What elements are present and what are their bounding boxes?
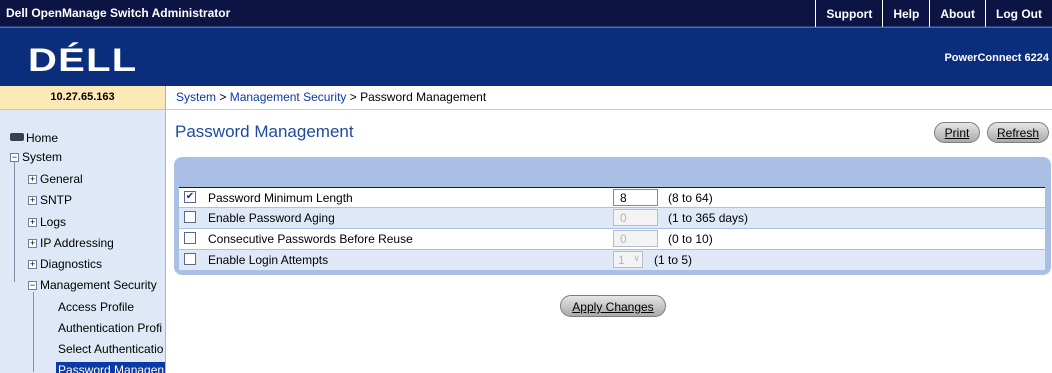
form-row: Consecutive Passwords Before Reuse 0 (0 …	[179, 229, 1045, 249]
breadcrumb-management-security[interactable]: Management Security	[230, 90, 347, 104]
nav-label: Management Security	[40, 278, 157, 292]
password-minimum-length-input[interactable]: 8	[613, 189, 658, 206]
nav-label: Password Managen	[58, 363, 165, 373]
page-title: Password Management	[175, 122, 354, 141]
tree-connector	[14, 162, 15, 282]
nav-sntp[interactable]: + SNTP	[28, 193, 72, 207]
banner: DÉLL PowerConnect 6224	[0, 27, 1052, 86]
nav-label: General	[40, 172, 83, 186]
nav-label: SNTP	[40, 193, 73, 207]
breadcrumb-separator: >	[216, 90, 230, 104]
dell-logo: DÉLL	[28, 42, 138, 78]
nav-label: System	[22, 150, 63, 164]
nav-label: Home	[26, 131, 59, 145]
nav-label: Logs	[40, 215, 67, 229]
minus-icon[interactable]: −	[10, 153, 19, 162]
nav-password-management[interactable]: Password Managen	[56, 362, 165, 373]
breadcrumb: System > Management Security > Password …	[166, 86, 1052, 110]
plus-icon[interactable]: +	[28, 218, 37, 227]
print-button[interactable]: Print	[934, 122, 980, 143]
title-bar: Dell OpenManage Switch Administrator Sup…	[0, 0, 1052, 27]
plus-icon[interactable]: +	[28, 260, 37, 269]
home-icon	[10, 133, 24, 141]
nav-access-profile[interactable]: Access Profile	[58, 300, 134, 314]
device-ip: 10.27.65.163	[0, 86, 166, 110]
consecutive-passwords-label: Consecutive Passwords Before Reuse	[208, 232, 413, 246]
enable-password-aging-checkbox[interactable]	[184, 211, 196, 223]
product-name: PowerConnect 6224	[944, 52, 1049, 64]
password-minimum-length-label: Password Minimum Length	[208, 191, 353, 205]
nav-home[interactable]: Home	[10, 131, 58, 145]
logout-link[interactable]: Log Out	[985, 0, 1052, 27]
help-link[interactable]: Help	[882, 0, 929, 27]
enable-login-attempts-label: Enable Login Attempts	[208, 253, 329, 267]
consecutive-passwords-input[interactable]: 0	[613, 230, 658, 247]
nav-general[interactable]: + General	[28, 172, 83, 186]
login-attempts-select[interactable]: 1 ∨	[613, 251, 643, 268]
breadcrumb-system[interactable]: System	[176, 90, 216, 104]
nav-label: Authentication Profi	[58, 321, 163, 335]
apply-changes-button[interactable]: Apply Changes	[560, 295, 666, 317]
nav-label: Diagnostics	[40, 257, 103, 271]
plus-icon[interactable]: +	[28, 196, 37, 205]
top-links: Support Help About Log Out	[815, 0, 1052, 27]
plus-icon[interactable]: +	[28, 239, 37, 248]
password-aging-input[interactable]: 0	[613, 209, 658, 226]
minus-icon[interactable]: −	[28, 281, 37, 290]
password-minimum-length-range: (8 to 64)	[668, 191, 713, 205]
form-row: ✔ Password Minimum Length 8 (8 to 64)	[179, 187, 1045, 207]
consecutive-passwords-range: (0 to 10)	[668, 232, 713, 246]
nav-label: IP Addressing	[40, 236, 114, 250]
nav-label: Access Profile	[58, 300, 135, 314]
form-row: Enable Login Attempts 1 ∨ (1 to 5)	[179, 250, 1045, 270]
breadcrumb-separator: >	[346, 90, 361, 104]
nav-select-authentication[interactable]: Select Authenticatio	[58, 342, 163, 356]
nav-authentication-profile[interactable]: Authentication Profi	[58, 321, 162, 335]
form-row: Enable Password Aging 0 (1 to 365 days)	[179, 208, 1045, 228]
left-nav-tree: Home − System + General + SNTP + Logs + IP Ad…	[0, 110, 166, 373]
breadcrumb-current: Password Management	[360, 90, 487, 104]
plus-icon[interactable]: +	[28, 175, 37, 184]
login-attempts-range: (1 to 5)	[654, 253, 693, 267]
nav-label: Select Authenticatio	[58, 342, 164, 356]
support-link[interactable]: Support	[815, 0, 882, 27]
login-attempts-value: 1	[618, 253, 625, 267]
tree-connector	[33, 292, 34, 372]
app-title: Dell OpenManage Switch Administrator	[6, 6, 231, 20]
enable-login-attempts-checkbox[interactable]	[184, 253, 196, 265]
password-minimum-length-checkbox[interactable]: ✔	[184, 191, 196, 203]
consecutive-passwords-checkbox[interactable]	[184, 232, 196, 244]
nav-diagnostics[interactable]: + Diagnostics	[28, 257, 102, 271]
nav-ip-addressing[interactable]: + IP Addressing	[28, 236, 114, 250]
password-aging-range: (1 to 365 days)	[668, 211, 749, 225]
nav-management-security[interactable]: − Management Security	[28, 278, 157, 292]
enable-password-aging-label: Enable Password Aging	[208, 211, 335, 225]
chevron-down-icon: ∨	[633, 253, 640, 263]
nav-logs[interactable]: + Logs	[28, 215, 66, 229]
refresh-button[interactable]: Refresh	[987, 122, 1049, 143]
nav-system[interactable]: − System	[10, 150, 62, 164]
about-link[interactable]: About	[929, 0, 985, 27]
